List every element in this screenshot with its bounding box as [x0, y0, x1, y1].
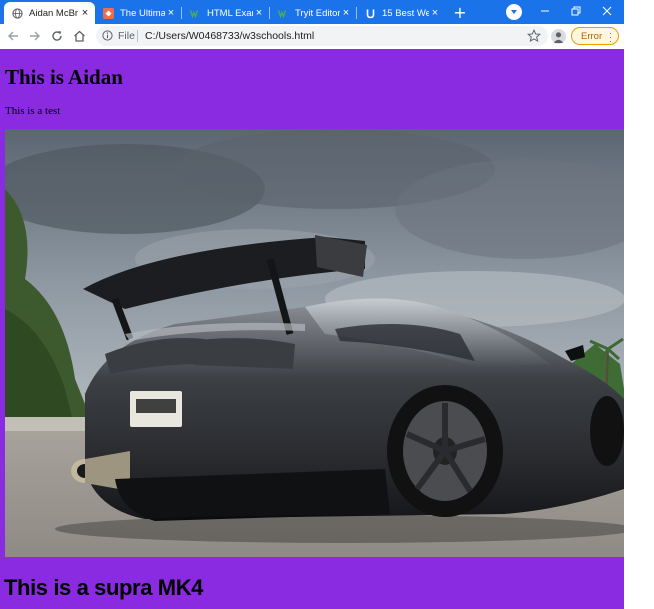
supra-car-image	[5, 129, 624, 557]
error-button[interactable]: Error · · ·	[571, 27, 619, 46]
address-bar[interactable]: File C:/Users/W0468733/w3schools.html	[96, 26, 548, 46]
home-icon	[73, 30, 85, 42]
tab-strip: Aidan McBr × The Ultimat × HTML Exam × T…	[0, 0, 624, 24]
kebab-menu-icon: · · ·	[609, 28, 612, 46]
page-paragraph: This is a test	[5, 105, 61, 117]
tab-title: HTML Exam	[207, 7, 253, 19]
tab-title: The Ultimat	[120, 7, 165, 19]
tab-html-examples[interactable]: HTML Exam ×	[182, 2, 269, 24]
browser-toolbar: File C:/Users/W0468733/w3schools.html Er…	[0, 24, 624, 50]
back-arrow-icon	[8, 31, 18, 41]
page-content: This is Aidan This is a test This is a s…	[0, 49, 624, 609]
globe-icon	[12, 7, 23, 19]
bookmark-star-icon[interactable]	[527, 29, 541, 43]
minimize-icon	[541, 10, 549, 12]
w3schools-icon	[190, 8, 201, 19]
new-tab-button[interactable]: +	[451, 2, 469, 22]
profile-avatar[interactable]	[551, 29, 566, 44]
tab-tryit-editor[interactable]: Tryit Editor ×	[270, 2, 356, 24]
close-tab-icon[interactable]: ×	[429, 7, 441, 19]
address-divider	[137, 30, 138, 42]
close-tab-icon[interactable]: ×	[340, 7, 352, 19]
reload-button[interactable]	[48, 27, 66, 45]
forward-arrow-icon	[30, 31, 40, 41]
close-tab-icon[interactable]: ×	[165, 7, 177, 19]
minimize-button[interactable]	[530, 0, 560, 22]
back-button[interactable]	[4, 27, 22, 45]
info-icon[interactable]	[102, 30, 113, 41]
tab-15-best[interactable]: 15 Best We ×	[357, 2, 445, 24]
page-heading: This is Aidan	[5, 65, 123, 89]
u-icon	[365, 8, 376, 19]
slides-icon	[103, 7, 114, 19]
tab-title: Tryit Editor	[295, 7, 340, 19]
person-icon	[553, 32, 564, 43]
close-tab-icon[interactable]: ×	[253, 7, 265, 19]
forward-button[interactable]	[26, 27, 44, 45]
restore-button[interactable]	[561, 0, 591, 22]
home-button[interactable]	[70, 27, 88, 45]
tab-ultimate[interactable]: The Ultimat ×	[95, 2, 181, 24]
page-subheading: This is a supra MK4	[4, 575, 204, 600]
url-text[interactable]: C:/Users/W0468733/w3schools.html	[145, 30, 314, 42]
tab-aidan[interactable]: Aidan McBr ×	[4, 2, 95, 24]
w3schools-icon	[278, 8, 289, 19]
tab-title: Aidan McBr	[29, 7, 79, 19]
tab-search-button[interactable]	[506, 4, 522, 20]
close-window-button[interactable]	[592, 0, 622, 22]
restore-icon	[571, 6, 581, 16]
tab-title: 15 Best We	[382, 7, 429, 19]
url-scheme-label: File	[118, 30, 135, 42]
close-icon	[602, 6, 612, 16]
close-tab-icon[interactable]: ×	[79, 7, 91, 19]
reload-icon	[52, 31, 62, 41]
error-label: Error	[581, 30, 603, 42]
